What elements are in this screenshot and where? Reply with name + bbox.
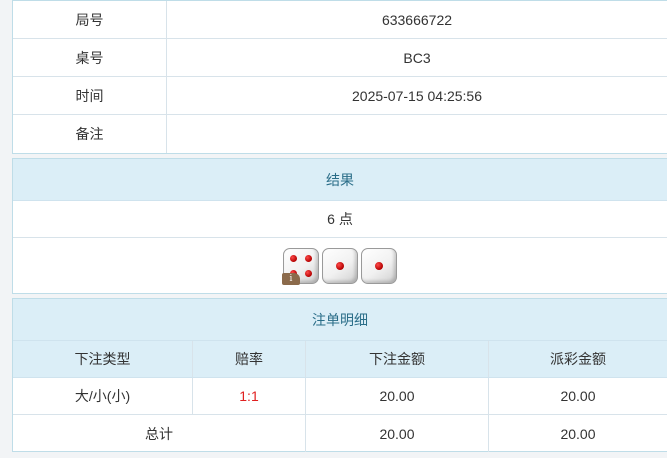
total-row: 总计 20.00 20.00 [13, 415, 667, 452]
die-1-icon [361, 247, 397, 284]
total-label: 总计 [13, 415, 306, 452]
odds-cell: 1:1 [193, 378, 306, 414]
round-info-panel: 局号 633666722 桌号 BC3 时间 2025-07-15 04:25:… [12, 0, 667, 154]
col-bet-type: 下注类型 [13, 341, 193, 377]
round-label: 局号 [13, 1, 167, 38]
col-odds: 赔率 [193, 341, 306, 377]
info-row-round: 局号 633666722 [13, 1, 667, 39]
table-value: BC3 [403, 49, 431, 66]
info-row-time: 时间 2025-07-15 04:25:56 [13, 77, 667, 115]
total-payout: 20.00 [560, 425, 596, 442]
round-value: 633666722 [381, 11, 453, 28]
remark-value [167, 115, 667, 153]
info-badge-icon[interactable]: i [282, 272, 300, 285]
detail-header-row: 下注类型 赔率 下注金额 派彩金额 [13, 341, 667, 378]
bet-type-cell: 大/小(小) [13, 378, 193, 414]
table-label: 桌号 [13, 39, 167, 76]
payout-cell: 20.00 [560, 388, 596, 404]
total-bet-amount: 20.00 [306, 415, 489, 452]
detail-title: 注单明细 [13, 299, 667, 341]
bet-detail-panel: 注单明细 下注类型 赔率 下注金额 派彩金额 大/小(小) 1:1 20.00 … [12, 298, 667, 452]
time-label: 时间 [13, 77, 167, 114]
die-1-icon [322, 247, 358, 284]
result-points: 6 点 [13, 201, 667, 238]
time-value: 2025-07-15 04:25:56 [352, 87, 482, 104]
info-row-table: 桌号 BC3 [13, 39, 667, 77]
result-title: 结果 [13, 159, 667, 201]
die-4-icon: i [282, 247, 319, 285]
bet-amount-cell: 20.00 [306, 378, 489, 414]
remark-label: 备注 [13, 115, 167, 153]
col-bet-amount: 下注金额 [306, 341, 489, 377]
info-row-remark: 备注 [13, 115, 667, 153]
result-panel: 结果 6 点 i [12, 158, 667, 294]
table-row: 大/小(小) 1:1 20.00 20.00 [13, 378, 667, 415]
col-payout: 派彩金额 [550, 351, 606, 367]
dice-row: i [13, 238, 667, 293]
